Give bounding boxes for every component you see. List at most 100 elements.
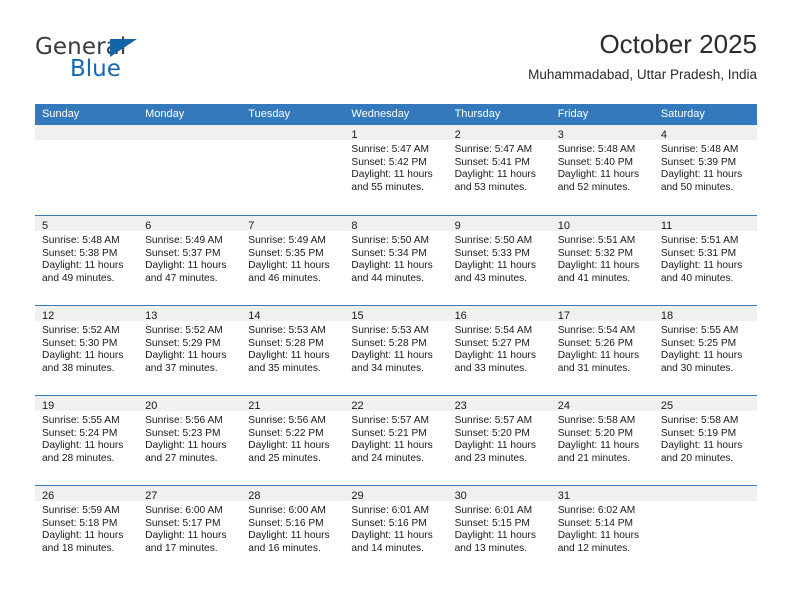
calendar-day-cell[interactable]: 6 Sunrise: 5:49 AM Sunset: 5:37 PM Daylight… [138,216,242,305]
calendar-day-cell[interactable]: 11 Sunrise: 5:51 AM Sunset: 5:31 PM Dayligh… [653,216,757,305]
calendar-day-cell[interactable]: 26 Sunrise: 5:59 AM Sunset: 5:18 PM Dayligh… [35,486,139,575]
sunrise-text: Sunrise: 5:48 AM [557,144,636,155]
daylight-text-cont: and 46 minutes. [248,272,321,284]
calendar-day-cell[interactable]: 5 Sunrise: 5:48 AM Sunset: 5:38 PM Daylight… [35,216,139,305]
day-details: Sunrise: 5:48 AM Sunset: 5:39 PM Daylight:… [654,140,757,194]
day-number: 27 [145,490,158,502]
day-number: 4 [660,129,667,141]
sunset-text: Sunset: 5:35 PM [248,247,324,259]
day-number: 21 [248,400,261,412]
daylight-text: Daylight: 11 hours [145,530,227,542]
sunrise-text: Sunrise: 6:02 AM [557,505,636,516]
sunset-text: Sunset: 5:22 PM [248,427,324,439]
day-details: Sunrise: 5:59 AM Sunset: 5:18 PM Daylight:… [35,501,138,555]
daylight-text: Daylight: 11 hours [454,350,536,362]
daylight-text-cont: and 40 minutes. [660,272,734,284]
sunrise-text: Sunrise: 5:48 AM [660,144,739,155]
day-number-band: 11 [653,216,757,232]
day-details: Sunrise: 6:02 AM Sunset: 5:14 PM Daylight:… [551,501,654,555]
calendar-day-cell[interactable]: 3 Sunrise: 5:48 AM Sunset: 5:40 PM Daylight… [550,125,654,215]
day-details: Sunrise: 5:49 AM Sunset: 5:37 PM Daylight:… [138,231,241,285]
daylight-text-cont: and 33 minutes. [454,362,528,374]
calendar-day-cell[interactable]: 17 Sunrise: 5:54 AM Sunset: 5:26 PM Dayligh… [550,306,654,395]
calendar-day-cell[interactable]: 28 Sunrise: 6:00 AM Sunset: 5:16 PM Dayligh… [241,486,345,575]
calendar-day-cell[interactable]: 15 Sunrise: 5:53 AM Sunset: 5:28 PM Dayligh… [344,306,448,395]
day-number: 7 [248,220,255,232]
calendar-day-cell[interactable]: 24 Sunrise: 5:58 AM Sunset: 5:20 PM Dayligh… [550,396,654,485]
calendar-day-cell[interactable]: 12 Sunrise: 5:52 AM Sunset: 5:30 PM Dayligh… [35,306,139,395]
calendar-day-cell[interactable]: 25 Sunrise: 5:58 AM Sunset: 5:19 PM Dayligh… [653,396,757,485]
day-details: Sunrise: 5:52 AM Sunset: 5:29 PM Daylight:… [138,321,241,375]
day-details: Sunrise: 5:52 AM Sunset: 5:30 PM Daylight:… [35,321,138,375]
calendar-day-cell[interactable]: 30 Sunrise: 6:01 AM Sunset: 5:15 PM Dayligh… [447,486,551,575]
daylight-text: Daylight: 11 hours [660,260,743,272]
day-number-band [241,125,345,140]
day-number-band: 26 [35,486,139,502]
calendar-day-cell[interactable]: 1 Sunrise: 5:47 AM Sunset: 5:42 PM Daylight… [344,125,448,215]
day-number-band: 19 [35,396,139,412]
calendar-day-cell[interactable]: 27 Sunrise: 6:00 AM Sunset: 5:17 PM Dayligh… [138,486,242,575]
calendar-day-cell[interactable]: 21 Sunrise: 5:56 AM Sunset: 5:22 PM Dayligh… [241,396,345,485]
calendar-day-cell[interactable]: 19 Sunrise: 5:55 AM Sunset: 5:24 PM Dayligh… [35,396,139,485]
sunrise-text: Sunrise: 5:56 AM [248,415,326,426]
day-number: 26 [42,490,55,502]
generalblue-logo[interactable]: General Blue [35,34,255,90]
weekday-header-friday: Friday [557,108,589,120]
day-number: 16 [454,310,467,322]
sunset-text: Sunset: 5:34 PM [351,247,427,259]
calendar-day-cell[interactable]: 29 Sunrise: 6:01 AM Sunset: 5:16 PM Dayligh… [344,486,448,575]
day-details: Sunrise: 5:56 AM Sunset: 5:23 PM Daylight:… [138,411,241,465]
sunset-text: Sunset: 5:20 PM [557,427,634,439]
sunrise-text: Sunrise: 5:52 AM [42,325,120,336]
calendar-day-cell[interactable]: 7 Sunrise: 5:49 AM Sunset: 5:35 PM Daylight… [241,216,345,305]
sunset-text: Sunset: 5:16 PM [351,517,427,529]
day-number-band: 24 [550,396,654,412]
daylight-text-cont: and 31 minutes. [557,362,631,374]
calendar-week-row: 5 Sunrise: 5:48 AM Sunset: 5:38 PM Daylight… [35,215,757,305]
calendar-week-row: 12 Sunrise: 5:52 AM Sunset: 5:30 PM Dayligh… [35,305,757,395]
day-number-band: 9 [447,216,551,232]
sunset-text: Sunset: 5:24 PM [42,427,118,439]
calendar-day-cell[interactable]: 14 Sunrise: 5:53 AM Sunset: 5:28 PM Dayligh… [241,306,345,395]
calendar-day-cell[interactable]: 13 Sunrise: 5:52 AM Sunset: 5:29 PM Dayligh… [138,306,242,395]
day-details: Sunrise: 5:51 AM Sunset: 5:32 PM Daylight:… [551,231,654,285]
calendar-day-cell[interactable]: 16 Sunrise: 5:54 AM Sunset: 5:27 PM Dayligh… [447,306,551,395]
day-number: 25 [660,400,674,412]
calendar-day-cell[interactable]: 20 Sunrise: 5:56 AM Sunset: 5:23 PM Dayligh… [138,396,242,485]
sunrise-text: Sunrise: 5:56 AM [145,415,223,426]
calendar-day-cell[interactable]: 22 Sunrise: 5:57 AM Sunset: 5:21 PM Dayligh… [344,396,448,485]
day-number: 30 [454,490,467,502]
weekday-header-sunday: Sunday [42,108,80,120]
calendar-day-cell[interactable]: 31 Sunrise: 6:02 AM Sunset: 5:14 PM Dayligh… [550,486,654,575]
calendar-week-row: 19 Sunrise: 5:55 AM Sunset: 5:24 PM Dayligh… [35,395,757,485]
calendar-day-cell-empty [138,125,242,215]
daylight-text-cont: and 41 minutes. [557,272,631,284]
sunset-text: Sunset: 5:19 PM [660,427,737,439]
day-number: 23 [454,400,467,412]
calendar-day-cell-empty [653,486,757,575]
sunset-text: Sunset: 5:26 PM [557,337,634,349]
calendar-day-cell[interactable]: 23 Sunrise: 5:57 AM Sunset: 5:20 PM Dayligh… [447,396,551,485]
daylight-text: Daylight: 11 hours [145,440,227,452]
calendar-day-cell[interactable]: 18 Sunrise: 5:55 AM Sunset: 5:25 PM Dayligh… [653,306,757,395]
daylight-text-cont: and 43 minutes. [454,272,528,284]
day-number-band [35,125,139,140]
day-number: 31 [557,490,570,502]
day-details: Sunrise: 5:50 AM Sunset: 5:34 PM Daylight:… [344,231,447,285]
calendar-day-cell[interactable]: 10 Sunrise: 5:51 AM Sunset: 5:32 PM Dayligh… [550,216,654,305]
sunset-text: Sunset: 5:17 PM [145,517,221,529]
day-details: Sunrise: 6:00 AM Sunset: 5:16 PM Daylight:… [241,501,344,555]
daylight-text: Daylight: 11 hours [42,440,124,452]
calendar-day-cell[interactable]: 8 Sunrise: 5:50 AM Sunset: 5:34 PM Daylight… [344,216,448,305]
day-number-band: 7 [241,216,345,232]
logo-text-blue: Blue [70,56,121,82]
daylight-text-cont: and 47 minutes. [145,272,218,284]
sunrise-text: Sunrise: 5:55 AM [660,325,739,336]
day-details [35,140,138,144]
calendar-day-cell[interactable]: 4 Sunrise: 5:48 AM Sunset: 5:39 PM Daylight… [653,125,757,215]
day-number-band: 21 [241,396,345,412]
calendar-day-cell[interactable]: 2 Sunrise: 5:47 AM Sunset: 5:41 PM Daylight… [447,125,551,215]
calendar-day-cell[interactable]: 9 Sunrise: 5:50 AM Sunset: 5:33 PM Daylight… [447,216,551,305]
calendar-grid: Sunday Monday Tuesday Wednesday Thursday Frid… [35,104,757,575]
sunset-text: Sunset: 5:27 PM [454,337,530,349]
